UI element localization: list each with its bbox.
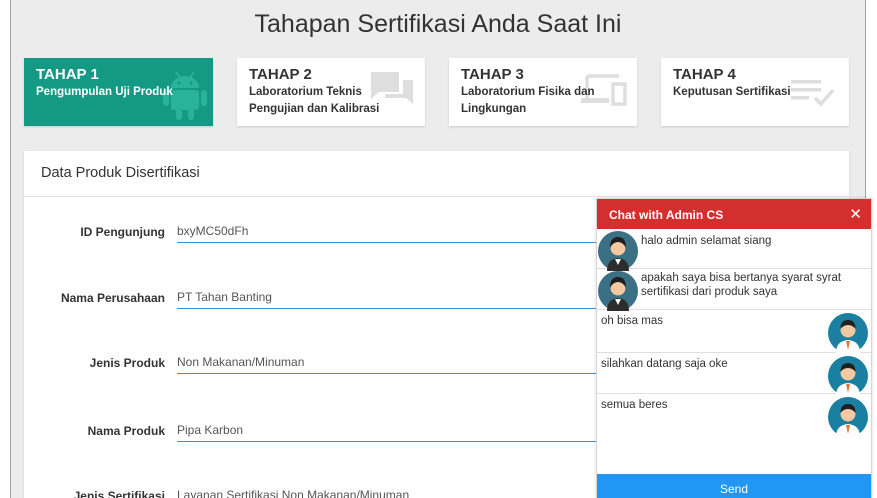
chat-widget: Chat with Admin CS ✕ halo admin selamat …: [596, 198, 872, 498]
chat-title: Chat with Admin CS: [609, 208, 724, 222]
product-name-label: Nama Produk: [87, 424, 165, 438]
step-1-card[interactable]: TAHAP 1 Pengumpulan Uji Produk: [24, 58, 213, 126]
page-title: Tahapan Sertifikasi Anda Saat Ini: [254, 10, 622, 38]
chat-message: halo admin selamat siang: [597, 229, 871, 271]
step-3-subtitle-line1: Laboratorium Fisika dan: [461, 86, 595, 98]
close-icon[interactable]: ✕: [849, 205, 862, 223]
user-avatar-icon: [598, 231, 638, 271]
chat-message-text: semua beres: [601, 399, 668, 411]
step-2-subtitle-line1: Laboratorium Teknis: [249, 86, 362, 98]
certification-type-label: Jenis Sertifikasi: [73, 489, 165, 498]
admin-avatar-icon: [828, 397, 868, 437]
admin-avatar-icon: [828, 313, 868, 353]
step-3-card[interactable]: TAHAP 3 Laboratorium Fisika dan Lingkung…: [449, 58, 637, 126]
chat-message: silahkan datang saja oke: [597, 353, 871, 396]
product-name-input[interactable]: [177, 420, 617, 442]
step-2-subtitle-line2: Pengujian dan Kalibrasi: [249, 103, 380, 115]
admin-avatar-icon: [828, 356, 868, 396]
step-4-card[interactable]: TAHAP 4 Keputusan Sertifikasi: [661, 58, 849, 126]
visitor-id-input[interactable]: [177, 221, 617, 243]
step-2-card[interactable]: TAHAP 2 Laboratorium Teknis Pengujian da…: [237, 58, 425, 126]
step-3-subtitle-line2: Lingkungan: [461, 103, 527, 115]
step-4-subtitle: Keputusan Sertifikasi: [673, 86, 791, 98]
chat-message-text: apakah saya bisa bertanya syarat syrat s…: [641, 272, 842, 298]
chat-header: Chat with Admin CS ✕: [597, 199, 871, 229]
product-type-input[interactable]: [177, 352, 617, 374]
chat-message-text: silahkan datang saja oke: [601, 358, 728, 370]
chat-message-text: oh bisa mas: [601, 315, 664, 327]
company-name-label: Nama Perusahaan: [60, 291, 165, 305]
chat-message: semua beres: [597, 394, 871, 437]
company-name-input[interactable]: [177, 287, 617, 309]
user-avatar-icon: [598, 271, 638, 311]
send-button[interactable]: Send: [597, 474, 871, 498]
certification-type-input[interactable]: [177, 485, 617, 498]
step-1-subtitle: Pengumpulan Uji Produk: [36, 86, 173, 98]
panel-title: Data Produk Disertifikasi: [24, 151, 849, 197]
product-type-label: Jenis Produk: [89, 356, 165, 370]
chat-message: oh bisa mas: [597, 310, 871, 353]
chat-message-text: halo admin selamat siang: [641, 235, 772, 247]
visitor-id-label: ID Pengunjung: [80, 225, 165, 239]
chat-message: apakah saya bisa bertanya syarat syrat s…: [597, 269, 871, 311]
